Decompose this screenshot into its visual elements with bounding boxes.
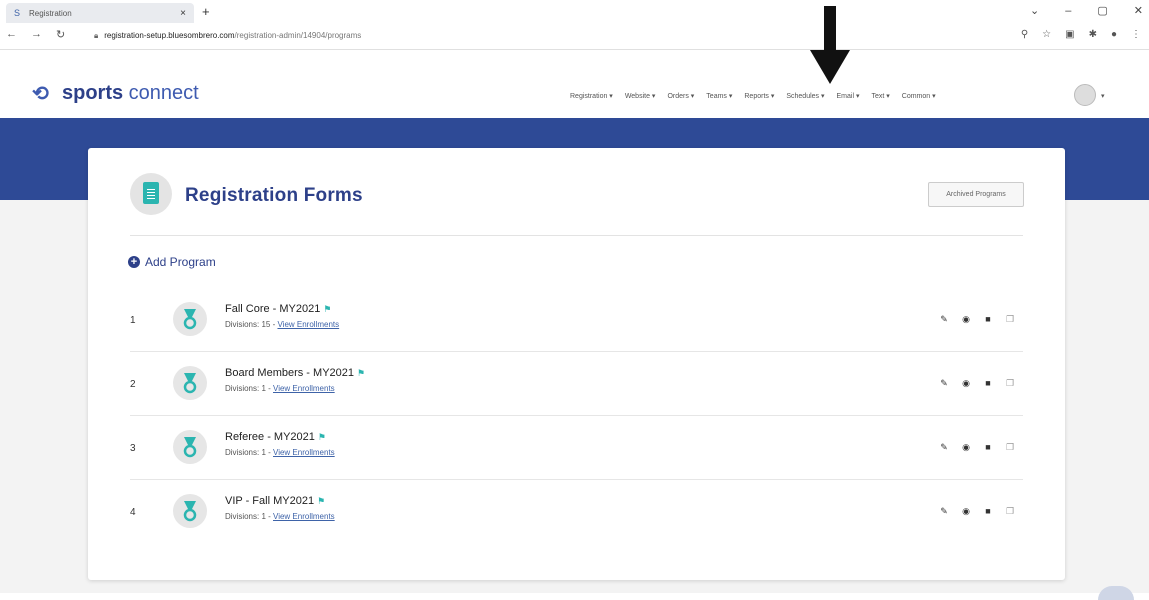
flag-icon: ⚑ [317,496,326,506]
archived-programs-button[interactable]: Archived Programs [928,182,1024,207]
user-avatar[interactable] [1074,84,1096,106]
nav-reports[interactable]: Reports ▾ [744,92,774,100]
stop-square-icon[interactable]: ■ [983,442,993,453]
address-bar: ← → ↻ 🔒︎ registration-setup.bluesombrero.… [0,23,1149,50]
forward-icon[interactable]: → [31,28,42,41]
medal-icon [173,494,207,528]
nav-email[interactable]: Email ▾ [837,92,860,100]
divisions-count: Divisions: 1 - [225,384,274,393]
divisions-count: Divisions: 15 - [225,320,278,329]
view-enrollments-link[interactable]: View Enrollments [277,320,339,329]
divider [130,235,1023,236]
medal-icon [173,302,207,336]
nav-schedules[interactable]: Schedules ▾ [786,92,824,100]
program-row: 2 Board Members - MY2021 ⚑ Divisions: 1 -… [130,352,1023,416]
new-tab-button[interactable]: + [202,3,210,21]
url-host: registration-setup.bluesombrero.com [104,31,235,40]
add-program-label: Add Program [145,255,216,269]
edit-pencil-icon[interactable]: ✎ [939,378,949,389]
program-name[interactable]: Board Members - MY2021 [225,367,354,379]
copy-icon[interactable]: ❐ [1005,378,1015,389]
view-eye-icon[interactable]: ◉ [961,442,971,453]
program-number: 4 [130,507,136,518]
view-eye-icon[interactable]: ◉ [961,378,971,389]
top-nav: Registration ▾ Website ▾ Orders ▾ Teams … [570,92,936,100]
brand-bold: sports [62,82,124,104]
brand-logo[interactable]: ⟲ sports connect [32,82,199,105]
edit-pencil-icon[interactable]: ✎ [939,442,949,453]
close-window-icon[interactable]: ✕ [1134,2,1143,20]
annotation-arrow-icon [810,6,850,84]
edit-pencil-icon[interactable]: ✎ [939,314,949,325]
program-name[interactable]: Referee - MY2021 [225,431,315,443]
nav-website[interactable]: Website ▾ [625,92,656,100]
program-number: 2 [130,379,136,390]
flag-icon: ⚑ [357,368,366,378]
stop-square-icon[interactable]: ■ [983,314,993,325]
program-number: 3 [130,443,136,454]
view-eye-icon[interactable]: ◉ [961,314,971,325]
puzzle-icon[interactable]: ✱ [1089,29,1097,40]
url-path: /registration-admin/14904/programs [234,31,362,40]
program-row: 1 Fall Core - MY2021 ⚑ Divisions: 15 - Vi… [130,288,1023,352]
zoom-icon[interactable]: ⚲ [1021,29,1028,40]
brand-rest: connect [123,82,199,104]
tab-search-icon[interactable]: ⌄ [1030,2,1039,20]
lock-icon: 🔒︎ [94,31,99,40]
program-list: 1 Fall Core - MY2021 ⚑ Divisions: 15 - Vi… [130,288,1023,544]
view-enrollments-link[interactable]: View Enrollments [273,384,335,393]
flag-icon: ⚑ [323,304,332,314]
add-program-button[interactable]: + Add Program [128,255,216,269]
clipboard-icon [130,173,172,215]
tab-title: Registration [29,8,72,18]
program-number: 1 [130,315,136,326]
view-enrollments-link[interactable]: View Enrollments [273,512,335,521]
program-name[interactable]: VIP - Fall MY2021 [225,495,314,507]
nav-common[interactable]: Common ▾ [902,92,936,100]
page-title: Registration Forms [185,185,363,206]
url-field[interactable]: 🔒︎ registration-setup.bluesombrero.com/re… [94,27,361,45]
view-eye-icon[interactable]: ◉ [961,506,971,517]
tab-close-icon[interactable]: × [180,8,186,19]
bookmark-star-icon[interactable]: ☆ [1042,29,1051,40]
divisions-count: Divisions: 1 - [225,512,274,521]
help-chat-button[interactable] [1098,586,1134,600]
browser-tab[interactable]: S Registration × [6,3,194,23]
browser-tab-bar: S Registration × + ⌄ – ▢ ✕ [0,0,1149,23]
nav-registration[interactable]: Registration ▾ [570,92,613,100]
medal-icon [173,430,207,464]
edit-pencil-icon[interactable]: ✎ [939,506,949,517]
copy-icon[interactable]: ❐ [1005,442,1015,453]
profile-icon[interactable]: ● [1111,29,1117,40]
sports-connect-logo-icon: ⟲ [32,82,49,105]
medal-icon [173,366,207,400]
stop-square-icon[interactable]: ■ [983,378,993,389]
copy-icon[interactable]: ❐ [1005,314,1015,325]
program-row: 4 VIP - Fall MY2021 ⚑ Divisions: 1 - View… [130,480,1023,544]
menu-kebab-icon[interactable]: ⋮ [1131,29,1141,40]
program-name[interactable]: Fall Core - MY2021 [225,303,320,315]
flag-icon: ⚑ [317,432,326,442]
minimize-icon[interactable]: – [1065,2,1071,20]
program-row: 3 Referee - MY2021 ⚑ Divisions: 1 - View … [130,416,1023,480]
nav-teams[interactable]: Teams ▾ [706,92,732,100]
extension-icon[interactable]: ▣ [1065,29,1074,40]
site-favicon-icon: S [14,8,21,18]
nav-text[interactable]: Text ▾ [871,92,889,100]
avatar-caret-icon[interactable]: ▾ [1101,92,1105,100]
view-enrollments-link[interactable]: View Enrollments [273,448,335,457]
reload-icon[interactable]: ↻ [56,28,65,41]
nav-orders[interactable]: Orders ▾ [667,92,694,100]
registration-forms-card: Registration Forms Archived Programs + A… [88,148,1065,580]
back-icon[interactable]: ← [6,28,17,41]
divisions-count: Divisions: 1 - [225,448,274,457]
plus-circle-icon: + [128,256,140,268]
copy-icon[interactable]: ❐ [1005,506,1015,517]
maximize-icon[interactable]: ▢ [1097,2,1107,20]
stop-square-icon[interactable]: ■ [983,506,993,517]
